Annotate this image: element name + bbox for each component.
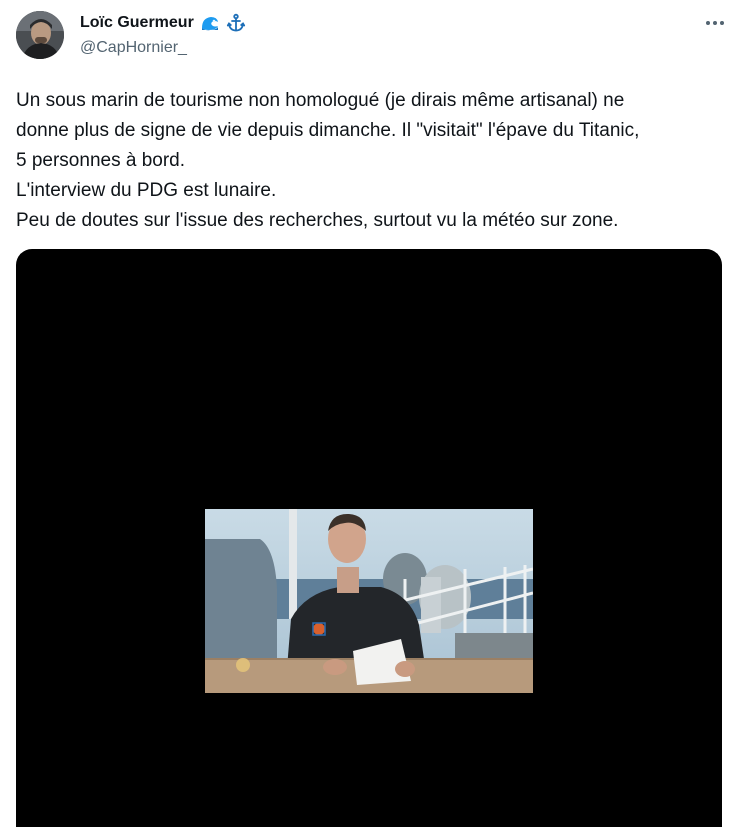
video-thumbnail	[205, 509, 533, 693]
more-options-button[interactable]	[702, 12, 728, 34]
wave-emoji-icon	[200, 13, 220, 33]
tweet-text-line: L'interview du PDG est lunaire.	[16, 180, 277, 201]
tweet-header: Loïc Guermeur @CapHornier_	[80, 12, 246, 58]
anchor-emoji-icon	[226, 13, 246, 33]
tweet-text-line: 5 personnes à bord.	[16, 150, 186, 171]
tweet-text-line: Peu de doutes sur l'issue des recherches…	[16, 210, 619, 231]
display-name[interactable]: Loïc Guermeur	[80, 13, 194, 33]
tweet-text: Un sous marin de tourisme non homologué …	[16, 86, 728, 236]
more-horizontal-icon	[706, 21, 724, 25]
avatar[interactable]	[16, 11, 64, 59]
tweet-text-line: donne plus de signe de vie depuis dimanc…	[16, 120, 640, 141]
tweet[interactable]: Loïc Guermeur @CapHornier_ Un sous marin…	[0, 0, 752, 827]
avatar-photo	[16, 11, 64, 59]
name-row: Loïc Guermeur	[80, 12, 246, 34]
video-frame[interactable]	[205, 509, 533, 693]
tweet-text-line: Un sous marin de tourisme non homologué …	[16, 90, 625, 111]
user-handle[interactable]: @CapHornier_	[80, 38, 246, 58]
video-player[interactable]	[16, 249, 722, 827]
